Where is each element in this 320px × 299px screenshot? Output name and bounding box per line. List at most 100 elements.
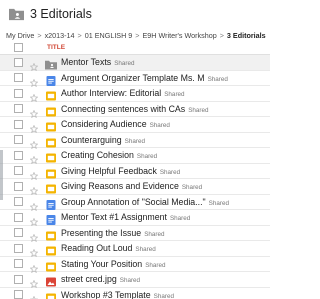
file-name[interactable]: Mentor Text #1 Assignment Shared bbox=[61, 212, 190, 222]
row-checkbox[interactable] bbox=[14, 212, 23, 222]
file-row[interactable]: Reading Out Loud Shared bbox=[0, 241, 270, 258]
breadcrumb-item[interactable]: 01 ENGLISH 9 bbox=[85, 31, 133, 40]
image-icon bbox=[45, 274, 57, 287]
breadcrumb-separator: > bbox=[219, 30, 224, 40]
file-row[interactable]: Mentor Texts Shared bbox=[0, 55, 270, 72]
file-name[interactable]: Author Interview: Editorial Shared bbox=[61, 88, 185, 98]
shared-label: Shared bbox=[159, 168, 181, 176]
row-checkbox[interactable] bbox=[14, 290, 23, 299]
file-name[interactable]: Argument Organizer Template Ms. M Shared bbox=[61, 73, 228, 83]
star-icon[interactable] bbox=[29, 291, 39, 299]
file-name[interactable]: street cred.jpg Shared bbox=[61, 274, 140, 284]
file-row[interactable]: Argument Organizer Template Ms. M Shared bbox=[0, 71, 270, 87]
file-row[interactable]: Counterarguing Shared bbox=[0, 133, 270, 149]
row-checkbox[interactable] bbox=[14, 104, 23, 114]
file-name[interactable]: Giving Reasons and Evidence Shared bbox=[61, 181, 202, 191]
row-checkbox[interactable] bbox=[14, 135, 23, 145]
file-name[interactable]: Workshop #3 Template Shared bbox=[61, 290, 174, 299]
star-icon[interactable] bbox=[29, 120, 39, 134]
row-checkbox[interactable] bbox=[14, 57, 23, 67]
file-name[interactable]: Stating Your Position Shared bbox=[61, 259, 166, 269]
file-row[interactable]: Mentor Text #1 Assignment Shared bbox=[0, 210, 270, 227]
star-icon[interactable] bbox=[29, 198, 39, 211]
shared-label: Shared bbox=[169, 215, 191, 223]
row-checkbox[interactable] bbox=[14, 73, 23, 83]
breadcrumb-separator: > bbox=[77, 30, 82, 40]
row-checkbox[interactable] bbox=[14, 166, 23, 176]
file-row[interactable]: Stating Your Position Shared bbox=[0, 257, 270, 273]
shared-label: Shared bbox=[144, 230, 165, 238]
file-name[interactable]: Reading Out Loud Shared bbox=[61, 243, 156, 253]
star-icon[interactable] bbox=[29, 275, 39, 289]
file-name[interactable]: Mentor Texts Shared bbox=[61, 57, 135, 67]
file-row[interactable]: Author Interview: Editorial Shared bbox=[0, 86, 270, 103]
shared-label: Shared bbox=[153, 292, 174, 299]
slides-icon bbox=[45, 150, 57, 163]
breadcrumb-separator: > bbox=[135, 30, 140, 40]
row-checkbox[interactable] bbox=[14, 259, 23, 269]
file-name[interactable]: Group Annotation of "Social Media..." Sha… bbox=[61, 197, 229, 207]
star-icon[interactable] bbox=[29, 151, 39, 165]
file-row[interactable]: Creating Cohesion Shared bbox=[0, 148, 270, 165]
file-row[interactable]: Connecting sentences with CAs Shared bbox=[0, 102, 270, 118]
file-row[interactable]: street cred.jpg Shared bbox=[0, 272, 270, 289]
row-checkbox[interactable] bbox=[14, 274, 23, 284]
breadcrumb-item[interactable]: E9H Writer's Workshop bbox=[143, 31, 217, 40]
file-list: TITLE Mentor Texts Shared Argument Organiz… bbox=[0, 41, 270, 299]
breadcrumb-item[interactable]: My Drive bbox=[6, 31, 34, 40]
file-row[interactable]: Presenting the Issue Shared bbox=[0, 226, 270, 242]
row-checkbox[interactable] bbox=[14, 150, 23, 160]
scroll-indicator[interactable] bbox=[0, 150, 3, 200]
column-title-header[interactable]: TITLE bbox=[47, 44, 65, 51]
file-row[interactable]: Workshop #3 Template Shared bbox=[0, 288, 270, 299]
star-icon[interactable] bbox=[29, 229, 39, 242]
star-icon[interactable] bbox=[29, 89, 39, 103]
star-icon[interactable] bbox=[29, 244, 39, 258]
select-all-checkbox[interactable] bbox=[14, 43, 23, 52]
shared-label: Shared bbox=[136, 153, 158, 161]
file-name[interactable]: Counterarguing Shared bbox=[61, 135, 145, 145]
row-checkbox[interactable] bbox=[14, 228, 23, 238]
file-row[interactable]: Group Annotation of "Social Media..." Sha… bbox=[0, 195, 270, 211]
star-icon[interactable] bbox=[29, 213, 39, 227]
star-icon[interactable] bbox=[29, 260, 39, 273]
doc-icon bbox=[45, 73, 57, 86]
slides-icon bbox=[45, 88, 57, 101]
row-checkbox[interactable] bbox=[14, 88, 23, 98]
row-checkbox[interactable] bbox=[14, 119, 23, 129]
file-name-label: Stating Your Position bbox=[61, 258, 143, 269]
row-checkbox[interactable] bbox=[14, 197, 23, 207]
shared-label: Shared bbox=[164, 91, 185, 99]
file-name-label: Reading Out Loud bbox=[61, 243, 133, 254]
file-name[interactable]: Presenting the Issue Shared bbox=[61, 228, 165, 238]
row-checkbox[interactable] bbox=[14, 243, 23, 253]
breadcrumb-item[interactable]: x2013-14 bbox=[45, 31, 75, 40]
file-row[interactable]: Giving Reasons and Evidence Shared bbox=[0, 179, 270, 196]
file-name-label: Giving Helpful Feedback bbox=[61, 165, 157, 176]
star-icon[interactable] bbox=[29, 182, 39, 196]
file-name-label: Considering Audience bbox=[61, 119, 147, 130]
star-icon[interactable] bbox=[29, 74, 39, 87]
file-row[interactable]: Giving Helpful Feedback Shared bbox=[0, 164, 270, 180]
breadcrumb-separator: > bbox=[37, 30, 42, 40]
shared-label: Shared bbox=[208, 199, 229, 207]
file-row[interactable]: Considering Audience Shared bbox=[0, 117, 270, 134]
star-icon[interactable] bbox=[29, 167, 39, 180]
file-name-label: Mentor Text #1 Assignment bbox=[61, 212, 167, 223]
file-name[interactable]: Creating Cohesion Shared bbox=[61, 150, 157, 160]
star-icon[interactable] bbox=[29, 58, 39, 72]
star-icon[interactable] bbox=[29, 136, 39, 149]
slides-icon bbox=[45, 104, 57, 117]
file-name-label: Author Interview: Editorial bbox=[61, 88, 162, 99]
star-icon[interactable] bbox=[29, 105, 39, 118]
file-name-label: Creating Cohesion bbox=[61, 150, 134, 161]
file-name[interactable]: Giving Helpful Feedback Shared bbox=[61, 166, 180, 176]
file-name-label: street cred.jpg bbox=[61, 274, 117, 285]
breadcrumb-item[interactable]: 3 Editorials bbox=[227, 31, 266, 40]
file-name-label: Connecting sentences with CAs bbox=[61, 103, 186, 114]
shared-label: Shared bbox=[149, 122, 170, 130]
row-checkbox[interactable] bbox=[14, 181, 23, 191]
file-name[interactable]: Connecting sentences with CAs Shared bbox=[61, 104, 209, 114]
slides-icon bbox=[45, 181, 57, 194]
file-name[interactable]: Considering Audience Shared bbox=[61, 119, 170, 129]
